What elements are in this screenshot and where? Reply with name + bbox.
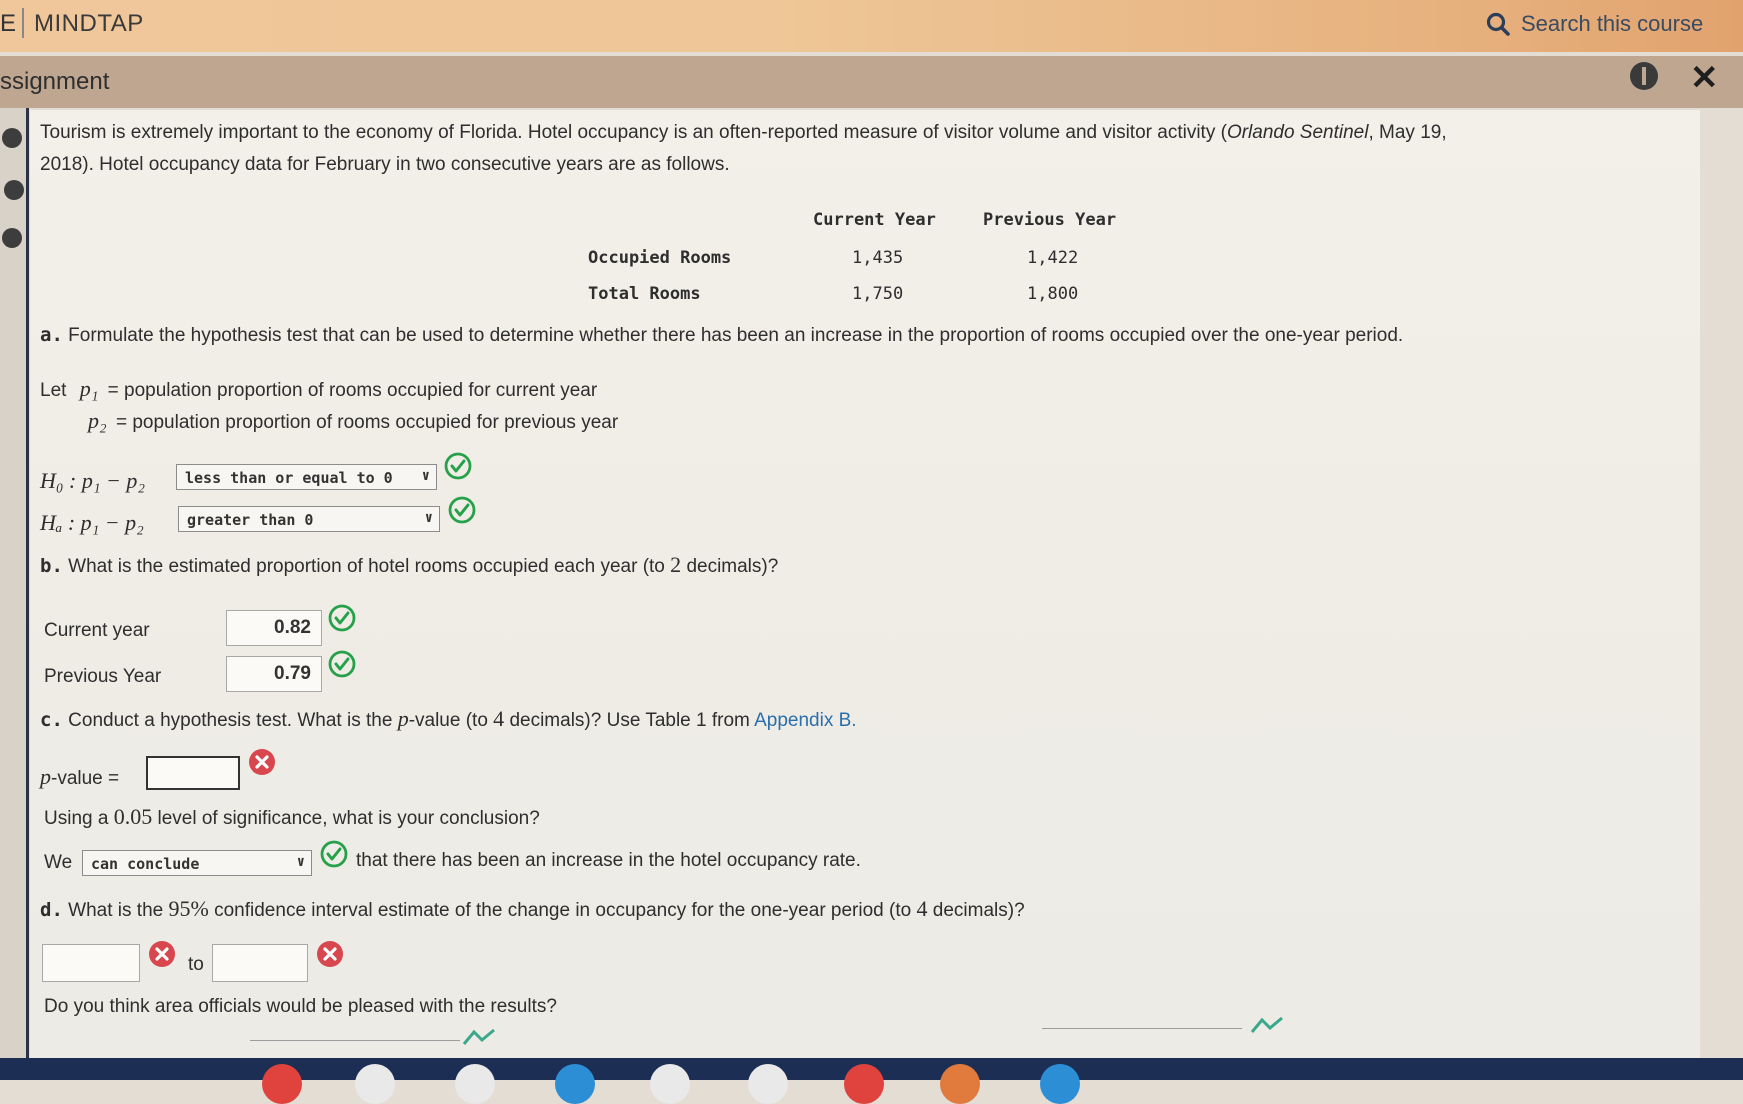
brand-separator: [22, 8, 24, 38]
brand-logo[interactable]: MINDTAP: [34, 10, 144, 38]
answer-line: [1042, 1028, 1242, 1029]
feedback-icon[interactable]: [462, 1026, 496, 1048]
close-icon[interactable]: ✕: [1690, 58, 1719, 98]
intro-line-1: Tourism is extremely important to the ec…: [40, 122, 1447, 143]
significance-prompt: Using a 0.05 level of significance, what…: [44, 804, 540, 829]
rail-divider: [26, 108, 29, 1058]
chevron-down-icon: ∨: [424, 510, 433, 526]
question-nav-dot[interactable]: [2, 228, 22, 248]
intro-line-2: 2018). Hotel occupancy data for February…: [40, 154, 730, 175]
intro-source: Orlando Sentinel: [1226, 122, 1369, 143]
ci-lower-input[interactable]: [42, 944, 140, 982]
question-nav-rail: [0, 108, 28, 1058]
table-cell: 1,422: [1027, 248, 1079, 268]
feedback-icon[interactable]: [1250, 1014, 1284, 1036]
taskbar-app-icon[interactable]: [844, 1064, 884, 1104]
search-icon: [1486, 12, 1510, 36]
info-icon[interactable]: [1630, 62, 1658, 90]
current-year-input[interactable]: 0.82: [226, 610, 322, 646]
appendix-b-link[interactable]: Appendix B.: [754, 710, 856, 731]
table-cell: 1,800: [1027, 284, 1079, 304]
correct-check-icon: [328, 650, 356, 678]
part-d-prompt: d. What is the 95% confidence interval e…: [40, 896, 1025, 921]
table-row-label: Occupied Rooms: [588, 248, 732, 268]
table-row-label: Total Rooms: [588, 284, 701, 304]
taskbar-app-icon[interactable]: [262, 1064, 302, 1104]
table-cell: 1,435: [852, 248, 904, 268]
part-e-prompt: Do you think area officials would be ple…: [44, 996, 557, 1017]
correct-check-icon: [328, 604, 356, 632]
search-label: Search this course: [1521, 11, 1704, 36]
page-title: ssignment: [0, 68, 110, 95]
p-value-input[interactable]: [146, 756, 240, 790]
question-nav-dot[interactable]: [2, 128, 22, 148]
incorrect-x-icon: [249, 749, 275, 775]
ci-upper-input[interactable]: [212, 944, 308, 982]
taskbar-app-icon[interactable]: [650, 1064, 690, 1104]
question-nav-dot[interactable]: [4, 180, 24, 200]
alt-hypothesis-label: Hₐ : p₁ − p₂: [40, 510, 144, 535]
table-header-previous: Previous Year: [983, 210, 1117, 230]
conclusion-select[interactable]: can conclude ∨: [82, 850, 312, 876]
current-year-label: Current year: [44, 620, 150, 641]
table-cell: 1,750: [852, 284, 904, 304]
conclusion-text: that there has been an increase in the h…: [356, 850, 861, 871]
taskbar-app-icon[interactable]: [1040, 1064, 1080, 1104]
part-a-prompt: a. Formulate the hypothesis test that ca…: [40, 324, 1404, 346]
correct-check-icon: [448, 496, 476, 524]
p-value-label: p-value =: [40, 764, 120, 789]
correct-check-icon: [320, 840, 348, 868]
search-course-button[interactable]: Search this course: [1485, 11, 1703, 37]
let-p2-line: p₂ = population proportion of rooms occu…: [88, 408, 619, 433]
taskbar-app-icon[interactable]: [355, 1064, 395, 1104]
answer-line: [250, 1040, 460, 1041]
correct-check-icon: [444, 452, 472, 480]
alt-hypothesis-select[interactable]: greater than 0 ∨: [178, 506, 440, 532]
previous-year-label: Previous Year: [44, 666, 162, 687]
brand-fragment: E: [0, 10, 17, 37]
chevron-down-icon: ∨: [421, 468, 430, 484]
incorrect-x-icon: [317, 941, 343, 967]
top-bar: E MINDTAP Search this course: [0, 0, 1743, 52]
part-c-prompt: c. Conduct a hypothesis test. What is th…: [40, 706, 857, 731]
previous-year-input[interactable]: 0.79: [226, 656, 322, 692]
taskbar-app-icon[interactable]: [555, 1064, 595, 1104]
null-hypothesis-select[interactable]: less than or equal to 0 ∨: [176, 464, 437, 490]
part-b-prompt: b. What is the estimated proportion of h…: [40, 552, 779, 577]
we-label: We: [44, 852, 73, 873]
chevron-down-icon: ∨: [296, 854, 305, 870]
question-panel: Tourism is extremely important to the ec…: [30, 110, 1700, 1060]
taskbar-app-icon[interactable]: [940, 1064, 980, 1104]
ci-to-label: to: [188, 954, 204, 975]
let-p1-line: Let p₁ = population proportion of rooms …: [40, 376, 598, 401]
taskbar-app-icon[interactable]: [455, 1064, 495, 1104]
table-header-current: Current Year: [813, 210, 936, 230]
incorrect-x-icon: [149, 941, 175, 967]
assignment-title-bar: ssignment: [0, 56, 1743, 108]
null-hypothesis-label: H₀ : p₁ − p₂: [40, 468, 146, 493]
taskbar-app-icon[interactable]: [748, 1064, 788, 1104]
